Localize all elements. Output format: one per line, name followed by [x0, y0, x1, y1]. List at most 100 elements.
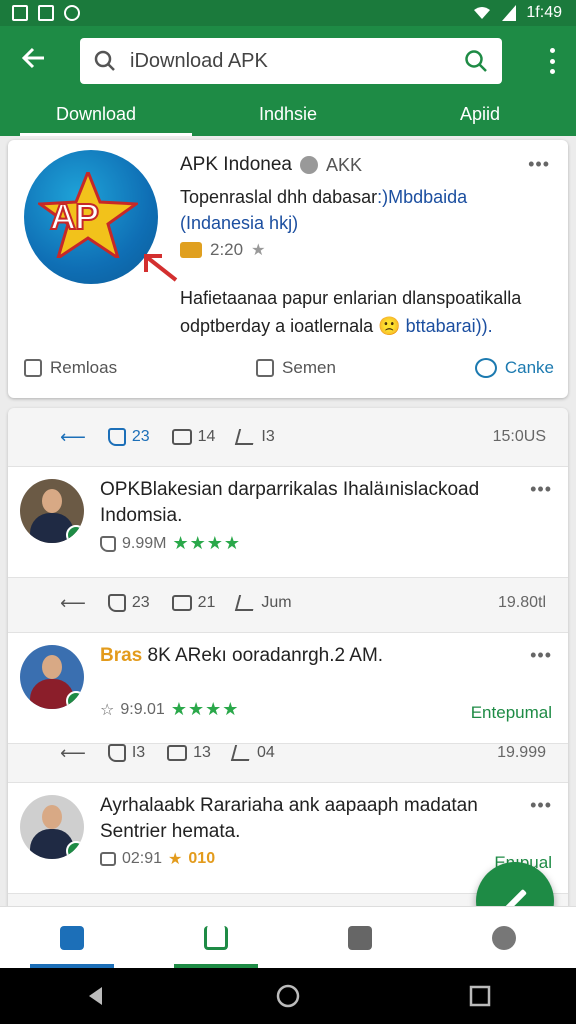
- like-button[interactable]: 23: [107, 428, 150, 446]
- chat-icon: [474, 358, 497, 378]
- post-item[interactable]: OPKBlakesian darparrikalas Ihaläınislack…: [8, 466, 568, 578]
- search-icon: [94, 50, 115, 71]
- emoji-icon: 🙁: [378, 316, 401, 336]
- wifi-icon: [474, 7, 491, 19]
- gallery-icon: [38, 5, 54, 21]
- tab-indhsie[interactable]: Indhsie: [192, 96, 384, 136]
- post-link[interactable]: Entepumal: [471, 703, 552, 723]
- rating-row: 2:20 ★: [180, 240, 265, 260]
- post-meta: ☆ 9:9.01 ★★★★: [100, 699, 240, 719]
- share-icon: [235, 595, 258, 611]
- app-card[interactable]: AP APK Indonea AKK ••• Topenraslal dhh d…: [8, 140, 568, 398]
- nav-cloud[interactable]: [432, 907, 576, 968]
- reminder-button[interactable]: Remloas: [24, 358, 117, 378]
- nav-edit[interactable]: [0, 907, 144, 968]
- search-input[interactable]: iDownload APK: [80, 38, 502, 84]
- note-icon: [256, 359, 275, 377]
- post-text: Ayrhalaabk Rarariaha ank aapaaph madatan…: [100, 795, 478, 842]
- post-more-icon[interactable]: •••: [530, 645, 552, 666]
- nav-upload[interactable]: [144, 907, 288, 968]
- card-actions: Remloas Semen Canke: [24, 358, 554, 378]
- status-time: 1f:49: [526, 4, 562, 21]
- tab-apiid[interactable]: Apiid: [384, 96, 576, 136]
- share-button[interactable]: I3: [235, 428, 275, 446]
- logo-text: AP: [49, 195, 100, 238]
- thumb-up-icon: [107, 594, 126, 612]
- reply-button[interactable]: ⟵: [60, 593, 86, 614]
- thumb-up-icon: [107, 744, 126, 762]
- long-line2: odptberday a ioatlernala: [180, 316, 374, 336]
- bottom-nav: [0, 906, 576, 968]
- red-arrow-icon: [144, 254, 178, 282]
- rating-value: 2:20: [210, 240, 244, 259]
- thumb-up-icon: [107, 428, 126, 446]
- search-submit-icon[interactable]: [464, 49, 488, 73]
- comment-icon: [171, 429, 192, 445]
- post-time: 15:0US: [492, 428, 546, 445]
- comment-button[interactable]: 13: [167, 744, 211, 762]
- post-meta: 9.99M ★★★★: [100, 533, 241, 554]
- like-button[interactable]: 23: [107, 594, 150, 612]
- share-button[interactable]: 04: [230, 744, 275, 762]
- reply-button[interactable]: ⟵: [60, 427, 86, 448]
- upload-icon: [204, 925, 228, 950]
- post-time: 19.80tl: [497, 594, 546, 611]
- nav-mail[interactable]: [288, 907, 432, 968]
- app-long-description: Hafietaanaa papur enlarian dlanspoatikal…: [180, 284, 560, 340]
- reply-button[interactable]: ⟵: [60, 743, 86, 764]
- share-icon: [235, 429, 258, 445]
- cloud-icon: [492, 925, 516, 950]
- notification-icon: [12, 5, 28, 21]
- signal-icon: [502, 5, 517, 21]
- reminder-icon: [24, 359, 42, 377]
- semen-label: Semen: [282, 358, 336, 377]
- rating-stars: ★★★★: [172, 533, 242, 553]
- avatar[interactable]: [20, 795, 84, 859]
- verified-icon: [66, 525, 84, 543]
- post-text: Bras 8K ARekı ooradanrgh.2 AM.: [100, 645, 384, 666]
- tab-bar: Download Indhsie Apiid: [0, 96, 576, 136]
- avatar[interactable]: [20, 645, 84, 709]
- canke-button[interactable]: Canke: [474, 358, 554, 378]
- comment-button[interactable]: 14: [171, 428, 215, 446]
- stats-row: ⟵ 23 21 Jum 19.80tl: [8, 576, 568, 630]
- like-button[interactable]: I3: [107, 744, 145, 762]
- desc-line1-blue: :)Mbdbaida: [377, 187, 468, 207]
- tab-download[interactable]: Download: [0, 96, 192, 136]
- rating-icon: [180, 242, 202, 258]
- reply-icon: ⟵: [60, 592, 86, 613]
- stats-row: ⟵ 23 14 I3 15:0US: [8, 410, 568, 464]
- rating-number: 010: [188, 850, 216, 867]
- share-outline-icon: ☆: [100, 701, 115, 719]
- app-bar: iDownload APK Download Indhsie Apiid: [0, 26, 576, 136]
- overflow-menu-icon[interactable]: [548, 48, 556, 74]
- back-nav-icon[interactable]: [84, 984, 108, 1008]
- post-more-icon[interactable]: •••: [530, 479, 552, 500]
- semen-button[interactable]: Semen: [256, 358, 336, 378]
- share-icon: [230, 745, 254, 761]
- avatar[interactable]: [20, 479, 84, 543]
- post-more-icon[interactable]: •••: [530, 795, 552, 816]
- back-button[interactable]: [20, 44, 50, 74]
- comment-button[interactable]: 21: [171, 594, 215, 612]
- recents-nav-icon[interactable]: [468, 984, 492, 1008]
- edit-icon: [60, 925, 84, 950]
- stats-row: ⟵ I3 13 04 19.999: [8, 726, 568, 780]
- app-description: Topenraslal dhh dabasar:)Mbdbaida (Indan…: [180, 184, 550, 236]
- reply-icon: ⟵: [60, 742, 86, 763]
- rating-stars: ★: [168, 851, 183, 868]
- system-nav-bar: [0, 968, 576, 1024]
- desc-line2: (Indanesia hkj): [180, 213, 299, 233]
- star-icon: ★: [251, 242, 266, 259]
- card-more-icon[interactable]: •••: [528, 154, 550, 175]
- post-prefix: Bras: [100, 645, 143, 666]
- long-line2-blue: bttabarai)).: [405, 316, 493, 336]
- verified-icon: [66, 841, 84, 859]
- status-bar: 1f:49: [0, 0, 576, 26]
- verified-badge-icon: [300, 156, 318, 174]
- post-text: OPKBlakesian darparrikalas Ihaläınislack…: [100, 479, 480, 526]
- canke-label: Canke: [504, 358, 554, 377]
- share-button[interactable]: Jum: [235, 594, 292, 612]
- comment-icon: [171, 595, 192, 611]
- home-nav-icon[interactable]: [276, 984, 300, 1008]
